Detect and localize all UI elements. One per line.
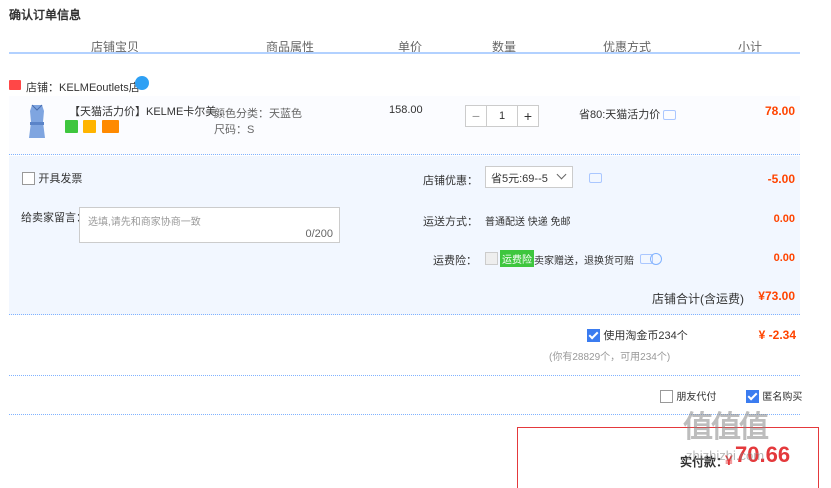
discount-method: 省80:天猫活力价	[579, 106, 677, 122]
shop-coupon-amount: -5.00	[767, 172, 795, 186]
site-watermark-url: zhizhizhi.com	[686, 448, 765, 463]
help-icon[interactable]	[650, 253, 662, 265]
discount-info-icon[interactable]	[663, 110, 677, 121]
insurance-checkbox	[485, 252, 498, 265]
service-tags	[65, 120, 121, 134]
insurance-label: 运费险：	[433, 255, 477, 267]
insurance-amount: 0.00	[773, 252, 795, 264]
insurance-desc: 卖家赠送，退换货可赔	[534, 256, 634, 267]
site-watermark: 值值值	[683, 411, 769, 444]
insurance-row: 运费险： 运费险 卖家赠送，退换货可赔 0.00	[405, 240, 800, 274]
anonymous-label: 匿名购买	[762, 392, 803, 403]
header-underline	[9, 52, 800, 54]
product-thumbnail[interactable]	[20, 102, 54, 142]
invoice-option[interactable]: 开具发票	[22, 170, 82, 186]
final-payment-box: 实付款： ¥ 70.66	[517, 427, 819, 488]
insurance-badge: 运费险	[500, 250, 534, 267]
divider-1	[9, 375, 800, 377]
coins-available: (你有28829个，可用234个)	[549, 352, 671, 363]
item-subtotal: 78.00	[764, 104, 795, 118]
memo-placeholder: 选填,请先和商家协商一致	[88, 217, 201, 228]
shop-total-value: ¥73.00	[758, 289, 795, 303]
sku-color: 颜色分类：天蓝色	[214, 108, 302, 120]
divider-2	[9, 414, 800, 416]
coins-amount: ¥ -2.34	[758, 328, 796, 342]
tmall-shop-icon	[9, 80, 21, 90]
coupon-info-icon[interactable]	[589, 173, 602, 183]
shop-coupon-select[interactable]: 省5元:69--5	[485, 166, 573, 188]
memo-char-count: 0/200	[305, 228, 333, 240]
shop-total-row: 店铺合计(含运费) ¥73.00	[9, 276, 800, 314]
shipping-label: 运送方式：	[423, 216, 478, 228]
seven-day-return-icon	[65, 120, 78, 133]
shop-coupon-label: 店铺优惠：	[423, 175, 478, 187]
guarantee-icon	[83, 120, 97, 133]
sku-size: 尺码：S	[214, 124, 255, 136]
shop-coupon-selected: 省5元:69--5	[491, 173, 548, 185]
chevron-down-icon	[556, 169, 567, 180]
qty-plus-button[interactable]: +	[518, 106, 538, 126]
item-title-link[interactable]: 【天猫活力价】KELME卡尔美...	[69, 103, 225, 119]
coins-checkbox[interactable]	[587, 329, 600, 343]
wangwang-chat-icon[interactable]	[135, 76, 149, 90]
shop-coupon-row: 店铺优惠： 省5元:69--5 -5.00	[405, 156, 800, 190]
memo-label: 给卖家留言：	[21, 212, 87, 224]
qty-input[interactable]: 1	[486, 106, 518, 126]
coins-option[interactable]: 使用淘金币234个	[587, 327, 688, 343]
shipping-method: 普通配送 快递 免邮	[485, 217, 571, 228]
friend-pay-checkbox[interactable]	[660, 390, 673, 404]
unit-price: 158.00	[389, 104, 423, 116]
shipping-amount: 0.00	[773, 213, 795, 225]
coins-label: 使用淘金币234个	[603, 330, 688, 342]
invoice-label: 开具发票	[38, 173, 83, 185]
left-options: 开具发票 给卖家留言： 选填,请先和商家协商一致 0/200	[9, 156, 401, 274]
credit-card-icon	[101, 120, 119, 133]
shipping-row: 运送方式： 普通配送 快递 免邮 0.00	[405, 201, 800, 235]
page-title: 确认订单信息	[9, 8, 82, 22]
order-item-row: 【天猫活力价】KELME卡尔美... 颜色分类：天蓝色 尺码：S 158.00 …	[9, 96, 800, 155]
shop-name-link[interactable]: 店铺：KELMEoutlets店	[26, 79, 140, 95]
order-table-header: 店铺宝贝 商品属性 单价 数量 优惠方式 小计	[9, 34, 800, 54]
shop-total-label: 店铺合计(含运费)	[652, 292, 744, 306]
right-options: 店铺优惠： 省5元:69--5 -5.00 运送方式： 普通配送 快递 免邮 0…	[405, 156, 800, 274]
order-extra-panel: 开具发票 给卖家留言： 选填,请先和商家协商一致 0/200 店铺优惠： 省5元…	[9, 156, 800, 315]
invoice-checkbox[interactable]	[22, 172, 35, 186]
discount-text: 省80:天猫活力价	[579, 109, 661, 121]
memo-textarea[interactable]: 选填,请先和商家协商一致 0/200	[79, 207, 340, 243]
quantity-stepper: − 1 +	[465, 105, 539, 127]
qty-minus-button[interactable]: −	[466, 106, 486, 126]
